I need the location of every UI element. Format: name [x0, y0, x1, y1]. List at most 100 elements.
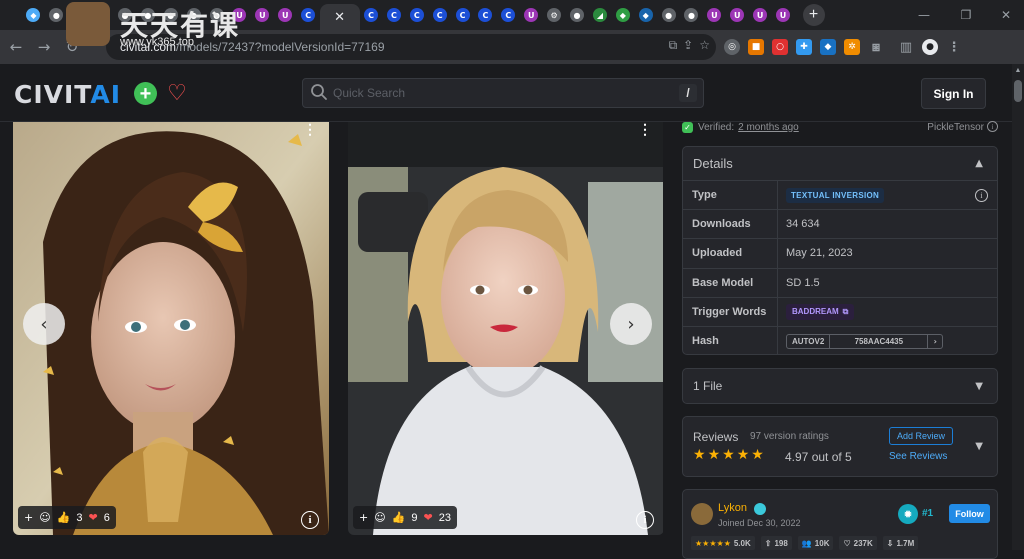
browser-tab[interactable]: C	[360, 0, 383, 30]
back-button[interactable]: ←	[2, 33, 30, 61]
extension-red-icon[interactable]: ○	[772, 39, 788, 55]
browser-tab[interactable]: U	[274, 0, 297, 30]
browser-tab[interactable]: ◢	[588, 0, 611, 30]
thumbs-up-icon[interactable]: 👍	[392, 511, 406, 524]
verified-date-link[interactable]: 2 months ago	[738, 122, 799, 133]
civitai-logo[interactable]: CIVITAI	[14, 80, 121, 109]
share-icon[interactable]: ⇪	[683, 38, 693, 53]
verifier-name[interactable]: PickleTensor	[927, 122, 984, 133]
thumbs-up-icon[interactable]: 👍	[57, 511, 71, 524]
creator-name[interactable]: Lykon	[718, 502, 747, 514]
browser-tab[interactable]: ⚙	[543, 0, 566, 30]
scrollbar-thumb[interactable]	[1014, 80, 1022, 102]
image-info-icon[interactable]: i	[301, 511, 319, 529]
browser-tab[interactable]: ●	[45, 0, 68, 30]
extension-globe-icon[interactable]: ◎	[724, 39, 740, 55]
extension-off-icon[interactable]: ■	[748, 39, 764, 55]
smile-reaction-icon[interactable]: ☺	[374, 511, 385, 524]
uploaded-value: May 21, 2023	[786, 247, 853, 260]
rank-badge-icon: ✹	[898, 504, 918, 524]
browser-tab[interactable]: U	[726, 0, 749, 30]
details-row-hash: Hash AUTOV2 758AAC4435 ›	[683, 325, 997, 356]
see-reviews-link[interactable]: See Reviews	[889, 451, 947, 462]
details-row-downloads: Downloads 34 634	[683, 209, 997, 239]
smile-reaction-icon[interactable]: ☺	[39, 511, 50, 524]
extensions-puzzle-icon[interactable]: ⧆	[868, 39, 884, 55]
follow-button[interactable]: Follow	[949, 504, 990, 523]
browser-tab[interactable]: ◆	[22, 0, 45, 30]
hash-value[interactable]: 758AAC4435	[830, 334, 929, 348]
trigger-word-badge[interactable]: BADDREAM ⧉	[786, 303, 855, 320]
browser-tab[interactable]: C	[474, 0, 497, 30]
type-badge: TEXTUAL INVERSION	[786, 187, 885, 203]
browser-tab[interactable]: U	[749, 0, 772, 30]
browser-tab[interactable]: ●	[680, 0, 703, 30]
close-tab-icon[interactable]: ✕	[334, 9, 345, 25]
details-header[interactable]: Details ▲	[683, 147, 997, 180]
forward-button[interactable]: →	[30, 33, 58, 61]
install-app-icon[interactable]: ⧉	[669, 38, 678, 53]
active-tab[interactable]: ✕	[319, 4, 360, 30]
browser-tab[interactable]: C	[297, 0, 320, 30]
browser-tab[interactable]: C	[382, 0, 405, 30]
chevron-down-icon[interactable]: ▼	[975, 381, 983, 392]
browser-tab[interactable]: ◆	[634, 0, 657, 30]
extension-blue-icon[interactable]: ✚	[796, 39, 812, 55]
bookmark-star-icon[interactable]: ☆	[699, 38, 710, 53]
new-tab-button[interactable]: +	[802, 4, 825, 26]
heart-reaction-icon[interactable]: ❤	[89, 511, 98, 524]
browser-tab[interactable]: U	[251, 0, 274, 30]
create-plus-button[interactable]: +	[134, 82, 157, 105]
browser-tab[interactable]: C	[405, 0, 428, 30]
heart-reaction-icon[interactable]: ❤	[424, 511, 433, 524]
browser-tab[interactable]: U	[772, 0, 795, 30]
minimize-button[interactable]: —	[904, 0, 944, 30]
site-icon: ●	[684, 8, 699, 22]
side-panel-icon[interactable]: ▥	[898, 39, 914, 55]
browser-tab[interactable]: C	[497, 0, 520, 30]
card-menu-icon[interactable]: ⋮	[303, 122, 317, 136]
type-info-icon[interactable]: i	[975, 188, 988, 202]
browser-tab[interactable]: U	[703, 0, 726, 30]
chevron-up-icon[interactable]: ▲	[975, 158, 983, 169]
scroll-up-arrow[interactable]: ▲	[1012, 64, 1024, 76]
browser-tab[interactable]: C	[428, 0, 451, 30]
browser-tab[interactable]: ◆	[611, 0, 634, 30]
hash-selector[interactable]: AUTOV2 758AAC4435 ›	[786, 333, 944, 349]
creator-card: Lykon Joined Dec 30, 2022 ✹ #1 Follow ★★…	[682, 489, 998, 559]
add-reaction-icon[interactable]: +	[359, 511, 368, 524]
tab-list-right: C C C C C C C U ⚙ ● ◢ ◆ ◆ ● ● U U U U	[360, 0, 795, 30]
browser-tab[interactable]: ●	[657, 0, 680, 30]
extension-diamond-icon[interactable]: ◆	[820, 39, 836, 55]
browser-menu-icon[interactable]: ⋮	[946, 39, 962, 55]
copy-icon[interactable]: ⧉	[843, 307, 849, 317]
upload-icon: ⇧	[764, 538, 772, 548]
users-icon: 👥	[801, 538, 812, 548]
support-heart-icon[interactable]: ♡	[165, 81, 189, 106]
details-row-trigger-words: Trigger Words BADDREAM ⧉	[683, 296, 997, 326]
watermark: 天天有课 www.yk365.top	[66, 2, 246, 50]
quick-search-input[interactable]: Quick Search /	[302, 78, 704, 108]
chevron-right-icon[interactable]: ›	[928, 337, 942, 346]
close-window-button[interactable]: ✕	[986, 0, 1024, 30]
restore-button[interactable]: ❐	[946, 0, 986, 30]
image-info-icon[interactable]: i	[636, 511, 654, 529]
add-review-button[interactable]: Add Review	[889, 427, 953, 445]
files-panel[interactable]: 1 File ▼	[682, 368, 998, 404]
browser-tab[interactable]: C	[451, 0, 474, 30]
chevron-down-icon[interactable]: ▼	[975, 441, 983, 452]
add-reaction-icon[interactable]: +	[24, 511, 33, 524]
sign-in-button[interactable]: Sign In	[921, 78, 986, 109]
verified-info-icon[interactable]: i	[987, 121, 998, 132]
browser-tab[interactable]: U	[520, 0, 543, 30]
files-header[interactable]: 1 File ▼	[683, 369, 997, 403]
extension-orange-icon[interactable]: ✲	[844, 39, 860, 55]
avatar[interactable]	[691, 503, 713, 525]
carousel-next-button[interactable]: ›	[610, 303, 652, 345]
browser-tab[interactable]: ●	[566, 0, 589, 30]
profile-avatar-icon[interactable]: ●	[922, 39, 938, 55]
carousel-prev-button[interactable]: ‹	[23, 303, 65, 345]
page-scrollbar[interactable]	[1012, 64, 1024, 550]
card-menu-icon[interactable]: ⋮	[638, 122, 652, 136]
details-row-base-model: Base Model SD 1.5	[683, 267, 997, 297]
